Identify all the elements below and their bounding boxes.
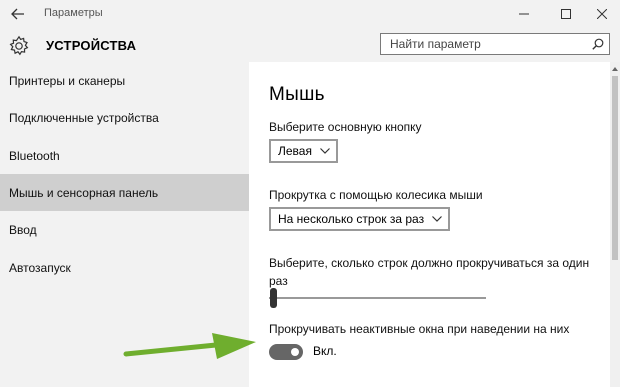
gear-icon [9, 35, 29, 56]
page-title: Мышь [269, 84, 325, 105]
settings-header: УСТРОЙСТВА [0, 28, 620, 62]
sidebar-item-label: Автозапуск [9, 260, 71, 275]
lines-slider-label: Выберите, сколько строк должно прокручив… [269, 256, 590, 288]
back-arrow-icon [11, 8, 24, 20]
dropdown-value: На несколько строк за раз [278, 212, 425, 226]
annotation-arrow-icon [123, 333, 256, 359]
sidebar-item-printers[interactable]: Принтеры и сканеры [0, 62, 249, 99]
toggle-knob [291, 348, 299, 356]
sidebar-item-label: Мышь и сенсорная панель [9, 185, 159, 200]
sidebar-item-label: Подключенные устройства [9, 110, 159, 125]
search-box[interactable] [380, 33, 610, 55]
sidebar-item-typing[interactable]: Ввод [0, 211, 249, 248]
toggle-state-label: Вкл. [313, 344, 337, 358]
maximize-button[interactable] [546, 0, 586, 28]
inactive-scroll-label: Прокручивать неактивные окна при наведен… [269, 322, 570, 336]
search-icon[interactable] [592, 38, 604, 50]
chevron-down-icon [320, 148, 330, 154]
sidebar-item-label: Bluetooth [9, 148, 60, 163]
close-button[interactable] [582, 0, 620, 28]
close-icon [597, 9, 607, 19]
dropdown-value: Левая [278, 144, 312, 158]
minimize-icon [519, 13, 529, 15]
lines-slider-thumb[interactable] [270, 288, 277, 308]
inactive-scroll-toggle[interactable] [269, 344, 303, 360]
section-title: УСТРОЙСТВА [46, 38, 137, 53]
sidebar-item-bluetooth[interactable]: Bluetooth [0, 137, 249, 174]
chevron-down-icon [432, 216, 443, 222]
window-title: Параметры [44, 7, 103, 19]
search-input[interactable] [381, 34, 590, 54]
sidebar-item-autoplay[interactable]: Автозапуск [0, 249, 249, 286]
main-content: Мышь Выберите основную кнопку Левая Прок… [249, 62, 610, 387]
sidebar-item-mouse-touchpad[interactable]: Мышь и сенсорная панель [0, 174, 249, 211]
sidebar-item-label: Ввод [9, 222, 37, 237]
scroll-thumb[interactable] [612, 76, 618, 260]
maximize-icon [561, 9, 571, 19]
primary-button-label: Выберите основную кнопку [269, 120, 422, 134]
sidebar-item-label: Принтеры и сканеры [9, 73, 126, 88]
sidebar-item-connected-devices[interactable]: Подключенные устройства [0, 99, 249, 136]
wheel-scroll-label: Прокрутка с помощью колесика мыши [269, 188, 483, 202]
wheel-scroll-dropdown[interactable]: На несколько строк за раз [269, 207, 451, 231]
minimize-button[interactable] [504, 0, 544, 28]
title-bar: Параметры [0, 0, 620, 28]
back-button[interactable] [6, 3, 30, 25]
scroll-up-icon[interactable] [610, 64, 620, 74]
primary-button-dropdown[interactable]: Левая [269, 139, 338, 163]
scrollbar[interactable] [610, 62, 620, 387]
lines-slider-track[interactable] [269, 297, 486, 299]
